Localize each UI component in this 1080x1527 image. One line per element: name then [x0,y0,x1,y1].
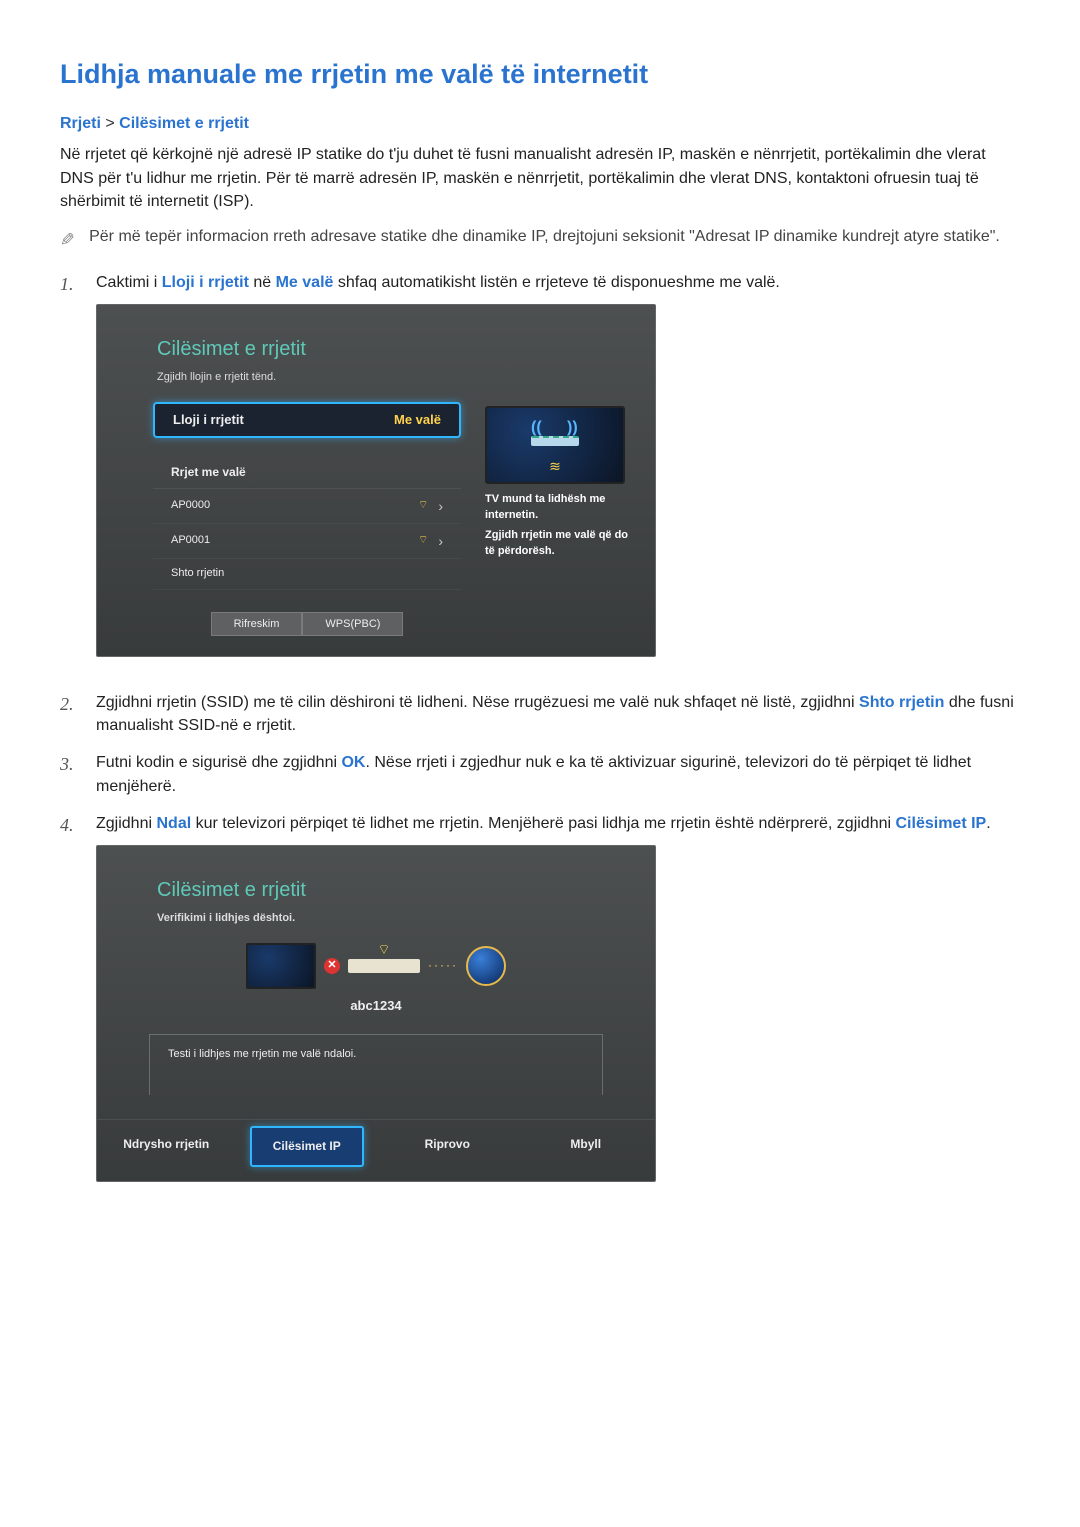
step-1: 1. Caktimi i Lloji i rrjetit në Me valë … [60,271,1020,677]
step-3: 3. Futni kodin e sigurisë dhe zgjidhni O… [60,751,1020,797]
wifi-icon: ⌔ [418,498,428,514]
breadcrumb: Rrjeti > Cilësimet e rrjetit [60,112,1020,135]
ap-row-1[interactable]: AP0001 ⌔ › [153,524,461,559]
pencil-icon: ✎ [54,231,82,246]
breadcrumb-sep: > [105,115,114,132]
panel1-title: Cilësimet e rrjetit [97,335,655,364]
globe-icon [466,946,506,986]
add-network-row[interactable]: Shto rrjetin [153,559,461,590]
wifi-waves-icon: ≋ [549,456,561,476]
change-network-button[interactable]: Ndrysho rrjetin [111,1126,222,1167]
dots-icon: ····· [428,957,458,974]
ssid-label: abc1234 [97,997,655,1016]
intro-text: Në rrjetet që kërkojnë një adresë IP sta… [60,143,1020,213]
kw-wireless: Me valë [276,274,334,291]
note-text: Për më tepër informacion rreth adresave … [89,225,1020,253]
close-button[interactable]: Mbyll [531,1126,642,1167]
connection-diagram: ✕ ⌔ ····· [97,943,655,989]
note: ✎ Për më tepër informacion rreth adresav… [60,225,1020,253]
breadcrumb-b: Cilësimet e rrjetit [119,115,249,132]
tv-icon [246,943,316,989]
ap-row-0[interactable]: AP0000 ⌔ › [153,489,461,524]
page-title: Lidhja manuale me rrjetin me valë të int… [60,55,1020,94]
chevron-right-icon: › [438,531,443,551]
wps-button[interactable]: WPS(PBC) [302,612,403,636]
network-settings-panel-2: Cilësimet e rrjetit Verifikimi i lidhjes… [96,845,656,1182]
refresh-button[interactable]: Rifreskim [211,612,303,636]
wireless-group-label: Rrjet me valë [153,456,461,488]
step-number: 2. [60,691,80,737]
panel2-title: Cilësimet e rrjetit [97,876,655,905]
ip-settings-button[interactable]: Cilësimet IP [250,1126,365,1167]
panel1-caption-2: Zgjidh rrjetin me valë që do të përdorës… [485,528,635,560]
tv-preview: (( )) ≋ [485,406,625,484]
network-type-label: Lloji i rrjetit [173,411,244,430]
network-type-select[interactable]: Lloji i rrjetit Me valë [153,402,461,438]
wifi-icon: ⌔ [377,939,390,959]
fail-message-box: Testi i lidhjes me rrjetin me valë ndalo… [149,1034,603,1095]
kw-network-type: Lloji i rrjetit [162,274,249,291]
chevron-right-icon: › [438,496,443,516]
step-4: 4. Zgjidhni Ndal kur televizori përpiqet… [60,812,1020,1202]
kw-stop: Ndal [156,815,191,832]
step-number: 1. [60,271,80,677]
ap-name: AP0000 [171,498,210,514]
kw-ip-settings: Cilësimet IP [896,815,987,832]
kw-add-network: Shto rrjetin [859,694,944,711]
router-icon [531,436,579,446]
step-2: 2. Zgjidhni rrjetin (SSID) me të cilin d… [60,691,1020,737]
kw-ok: OK [341,754,365,771]
breadcrumb-a: Rrjeti [60,115,101,132]
network-settings-panel-1: Cilësimet e rrjetit Zgjidh llojin e rrje… [96,304,656,657]
fail-x-icon: ✕ [324,958,340,974]
add-network-label: Shto rrjetin [171,566,224,582]
fail-message: Testi i lidhjes me rrjetin me valë ndalo… [168,1048,356,1060]
step-number: 4. [60,812,80,1202]
panel1-caption-1: TV mund ta lidhësh me internetin. [485,492,635,524]
panel1-subtitle: Zgjidh llojin e rrjetit tënd. [97,370,655,386]
step-number: 3. [60,751,80,797]
panel2-subtitle: Verifikimi i lidhjes dështoi. [97,911,655,927]
network-type-value: Me valë [394,411,441,430]
retry-button[interactable]: Riprovo [392,1126,503,1167]
ap-name: AP0001 [171,533,210,549]
router-icon: ⌔ [348,959,420,973]
wifi-icon: ⌔ [418,533,428,549]
